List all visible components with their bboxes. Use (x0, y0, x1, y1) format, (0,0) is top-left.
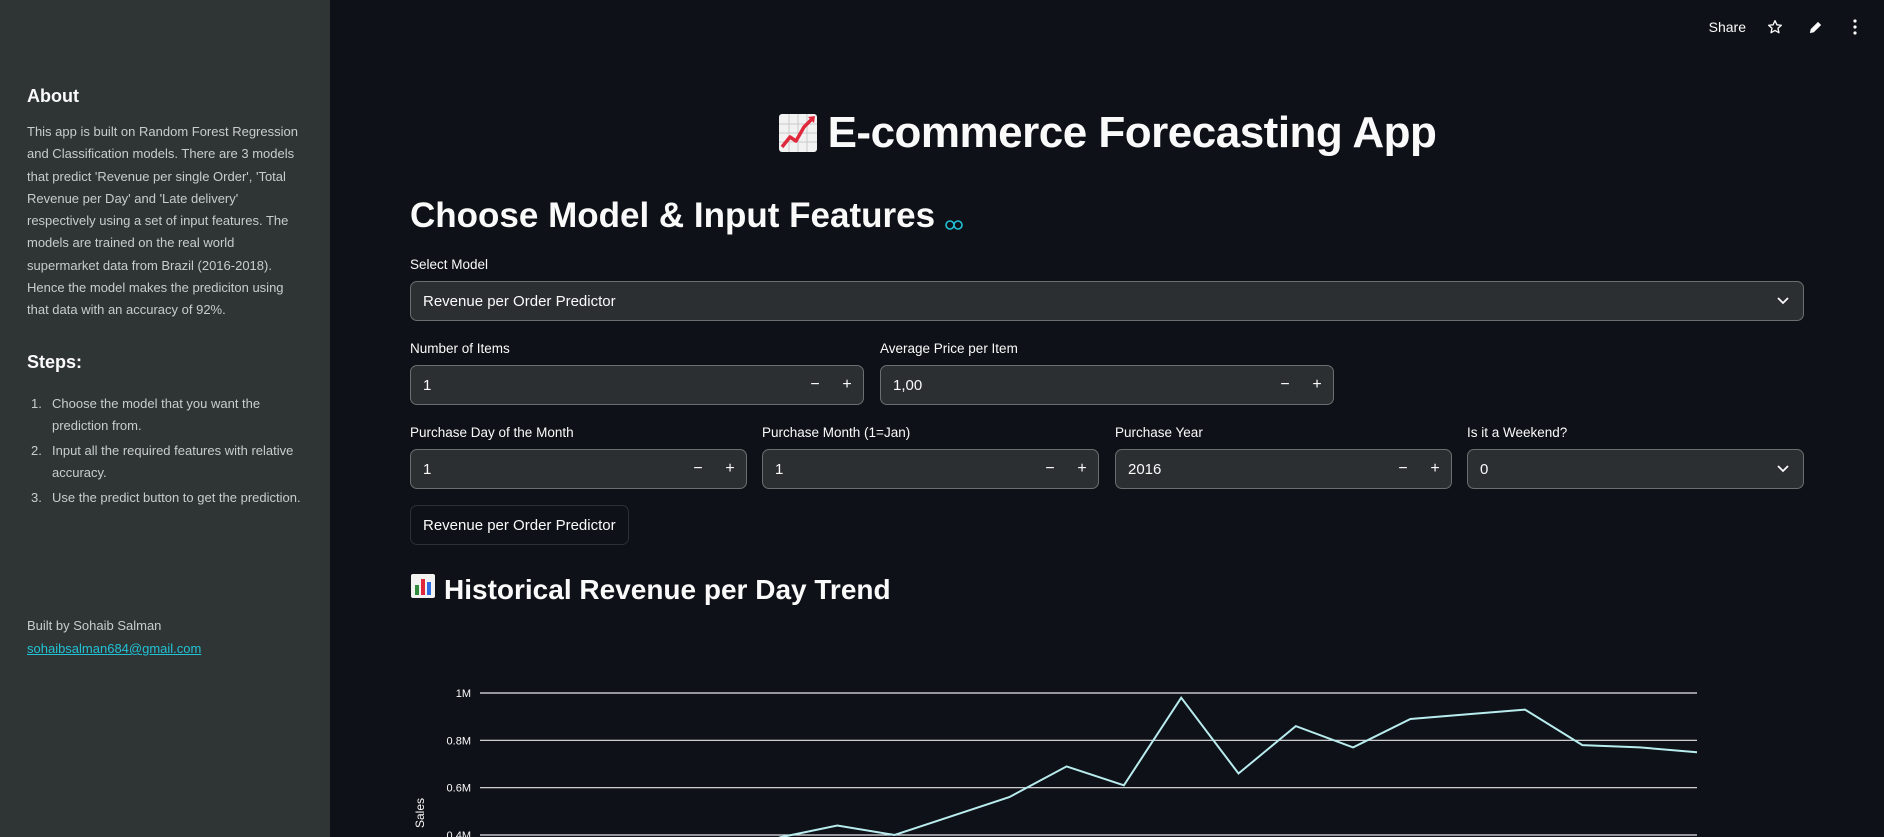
series-line (778, 695, 1698, 837)
app-title-text: E-commerce Forecasting App (827, 108, 1437, 157)
email-link[interactable]: sohaibsalman684@gmail.com (27, 641, 201, 656)
y-tick-label: 0.4M (447, 830, 471, 837)
increment-button[interactable]: + (1419, 460, 1451, 478)
weekend-value: 0 (1480, 460, 1489, 478)
step-number: 1. (31, 395, 42, 411)
purchase-day-label: Purchase Day of the Month (410, 425, 574, 440)
y-tick-label: 1M (456, 688, 471, 700)
weekend-label: Is it a Weekend? (1467, 425, 1568, 440)
steps-list: 1. Choose the model that you want the pre… (27, 393, 303, 509)
decrement-button[interactable]: − (1034, 460, 1066, 478)
avg-price-label: Average Price per Item (880, 341, 1018, 356)
sidebar: About This app is built on Random Forest… (0, 0, 330, 837)
decrement-button[interactable]: − (682, 460, 714, 478)
step-number: 3. (31, 489, 42, 505)
link-icon[interactable] (945, 199, 963, 239)
built-by: Built by Sohaib Salman sohaibsalman684@g… (27, 614, 201, 660)
model-select-label: Select Model (410, 257, 489, 272)
decrement-button[interactable]: − (1387, 460, 1419, 478)
step-number: 2. (31, 442, 42, 458)
y-tick-label: 0.8M (447, 735, 471, 747)
decrement-button[interactable]: − (1269, 376, 1301, 394)
chart-increasing-icon (778, 113, 818, 164)
bar-chart-icon (410, 573, 436, 606)
model-select-value: Revenue per Order Predictor (423, 292, 616, 310)
purchase-day-input[interactable]: 1 − + (410, 449, 747, 489)
predict-button[interactable]: Revenue per Order Predictor (410, 505, 629, 545)
purchase-year-label: Purchase Year (1115, 425, 1203, 440)
built-by-text: Built by Sohaib Salman (27, 618, 162, 633)
purchase-day-value[interactable]: 1 (423, 461, 682, 478)
chevron-down-icon (1763, 297, 1803, 305)
step-text: Choose the model that you want the predi… (52, 395, 261, 433)
model-select[interactable]: Revenue per Order Predictor (410, 281, 1804, 321)
purchase-year-value[interactable]: 2016 (1128, 461, 1387, 478)
purchase-month-input[interactable]: 1 − + (762, 449, 1099, 489)
section-title-text: Choose Model & Input Features (410, 196, 936, 235)
page-title: E-commerce Forecasting App (330, 108, 1884, 164)
increment-button[interactable]: + (1301, 376, 1333, 394)
chevron-down-icon (1763, 465, 1803, 473)
step-text: Input all the required features with rel… (52, 442, 294, 480)
purchase-year-input[interactable]: 2016 − + (1115, 449, 1452, 489)
section-title: Choose Model & Input Features (410, 193, 963, 239)
list-item: 2. Input all the required features with r… (27, 440, 303, 484)
avg-price-value[interactable]: 1,00 (893, 377, 1269, 394)
list-item: 3. Use the predict button to get the pred… (27, 487, 303, 509)
y-tick-label: 0.6M (447, 783, 471, 795)
main-content: E-commerce Forecasting App Choose Model … (330, 0, 1884, 837)
purchase-month-value[interactable]: 1 (775, 461, 1034, 478)
increment-button[interactable]: + (714, 460, 746, 478)
about-text: This app is built on Random Forest Regre… (27, 124, 298, 318)
decrement-button[interactable]: − (799, 376, 831, 394)
num-items-input[interactable]: 1 − + (410, 365, 864, 405)
revenue-line-chart: 0.4M 0.6M 0.8M 1M Sales (413, 688, 1698, 837)
chart-title-text: Historical Revenue per Day Trend (444, 573, 891, 605)
y-axis-label: Sales (413, 798, 427, 828)
num-items-label: Number of Items (410, 341, 510, 356)
about-title: About (27, 86, 79, 106)
num-items-value[interactable]: 1 (423, 377, 799, 394)
chart-title: Historical Revenue per Day Trend (410, 573, 891, 606)
list-item: 1. Choose the model that you want the pre… (27, 393, 303, 437)
steps-title: Steps: (27, 351, 83, 372)
purchase-month-label: Purchase Month (1=Jan) (762, 425, 911, 440)
avg-price-input[interactable]: 1,00 − + (880, 365, 1334, 405)
step-text: Use the predict button to get the predic… (52, 489, 301, 505)
increment-button[interactable]: + (831, 376, 863, 394)
weekend-select[interactable]: 0 (1467, 449, 1804, 489)
increment-button[interactable]: + (1066, 460, 1098, 478)
